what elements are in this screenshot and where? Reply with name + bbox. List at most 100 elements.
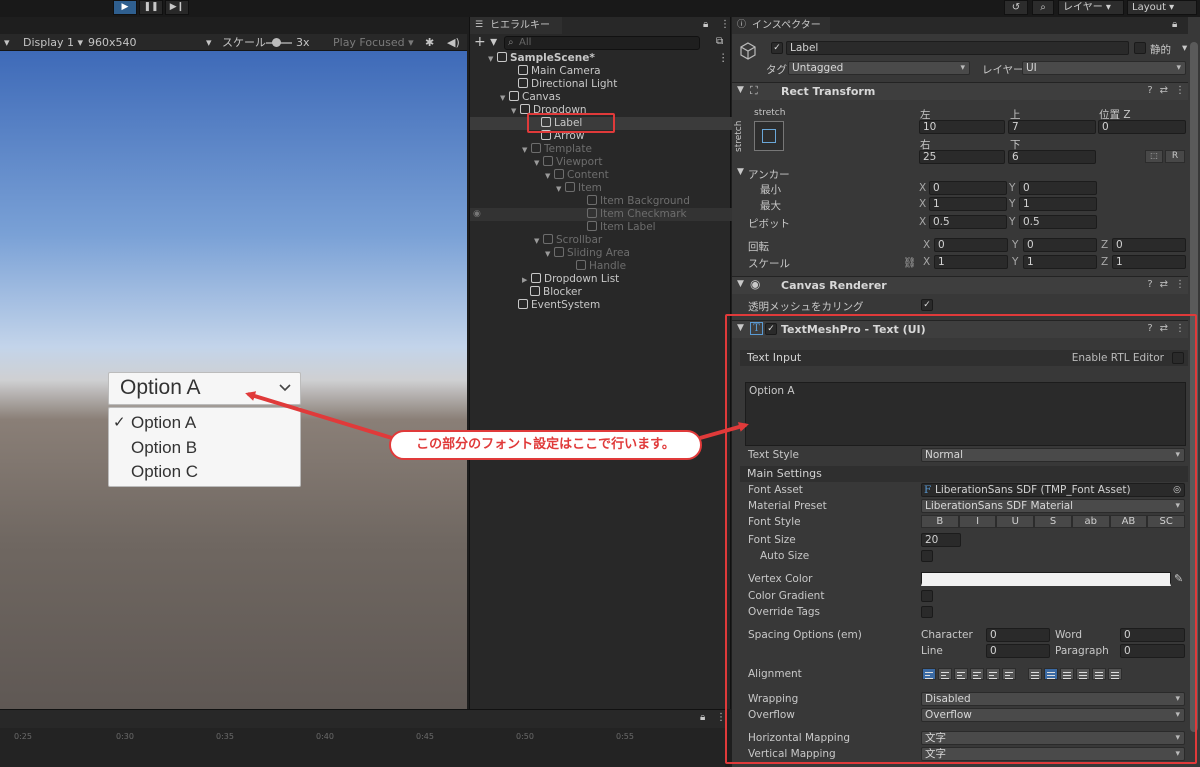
preview-option-c[interactable]: Option C xyxy=(131,462,198,482)
link-icon[interactable]: ⛓ xyxy=(903,256,916,269)
align-bottom-button[interactable] xyxy=(1060,668,1074,680)
auto-size-checkbox[interactable] xyxy=(921,550,933,562)
align-left-button[interactable] xyxy=(922,668,936,680)
layer-dropdown[interactable]: UI xyxy=(1022,61,1186,75)
align-midline-button[interactable] xyxy=(1092,668,1106,680)
font-size-field[interactable]: 20 xyxy=(921,533,961,547)
visibility-eye-icon[interactable]: ◉ xyxy=(473,208,481,221)
scene-visibility-icon[interactable]: ⧉ xyxy=(716,36,723,47)
resolution-arrow-icon[interactable]: ▾ xyxy=(206,34,212,51)
paragraph-spacing-field[interactable]: 0 xyxy=(1120,644,1185,658)
cull-transparent-checkbox[interactable]: ✓ xyxy=(921,299,933,311)
preview-option-a[interactable]: Option A xyxy=(131,413,196,433)
play-button[interactable]: ▶ xyxy=(113,0,137,15)
pivot-x-field[interactable]: 0.5 xyxy=(929,215,1007,229)
tmp-enabled-checkbox[interactable]: ✓ xyxy=(765,323,777,335)
scale-y-field[interactable]: 1 xyxy=(1023,255,1097,269)
component-menu-icons[interactable]: ?⇄⋮ xyxy=(1147,85,1192,96)
pause-button[interactable]: ❚❚ xyxy=(139,0,163,15)
align-baseline-button[interactable] xyxy=(1076,668,1090,680)
align-top-button[interactable] xyxy=(1028,668,1042,680)
foldout-arrow-icon[interactable]: ▼ xyxy=(737,323,744,333)
hierarchy-item[interactable]: Handle xyxy=(470,260,732,273)
scale-x-field[interactable]: 1 xyxy=(934,255,1008,269)
vertical-mapping-dropdown[interactable]: 文字 xyxy=(921,747,1185,761)
inspector-scroll-thumb[interactable] xyxy=(1190,42,1198,732)
hierarchy-item[interactable]: ▼ Dropdown xyxy=(470,104,732,117)
hierarchy-search-input[interactable]: ⌕ All xyxy=(504,36,700,50)
align-right-button[interactable] xyxy=(954,668,968,680)
scale-slider-knob[interactable] xyxy=(272,38,281,47)
more-menu-icon[interactable]: ⋮ xyxy=(718,52,729,65)
search-button[interactable]: ⌕ xyxy=(1032,0,1054,15)
preview-dropdown[interactable]: Option A xyxy=(108,372,301,405)
preview-option-b[interactable]: Option B xyxy=(131,438,197,458)
hierarchy-item[interactable]: Label xyxy=(470,117,732,130)
active-checkbox[interactable]: ✓ xyxy=(771,42,783,54)
material-preset-dropdown[interactable]: LiberationSans SDF Material xyxy=(921,499,1185,513)
anchor-min-y-field[interactable]: 0 xyxy=(1019,181,1097,195)
scale-z-field[interactable]: 1 xyxy=(1112,255,1186,269)
hierarchy-item[interactable]: ▼ Content xyxy=(470,169,732,182)
object-picker-icon[interactable]: ◎ xyxy=(1173,484,1181,496)
align-middle-button[interactable] xyxy=(1044,668,1058,680)
hierarchy-item[interactable]: Blocker xyxy=(470,286,732,299)
display-dropdown[interactable]: Display 1 ▾ xyxy=(23,34,83,51)
vertex-color-swatch[interactable] xyxy=(921,572,1171,586)
resolution-dropdown[interactable]: 960x540 xyxy=(88,34,137,51)
tag-dropdown[interactable]: Untagged xyxy=(788,61,970,75)
hierarchy-item[interactable]: ▼ Viewport xyxy=(470,156,732,169)
more-menu-icon[interactable]: ⋮ xyxy=(720,19,730,30)
lock-icon[interactable]: 🔒︎ xyxy=(700,712,705,723)
more-menu-icon[interactable]: ⋮ xyxy=(716,712,726,723)
foldout-arrow-icon[interactable]: ▼ xyxy=(737,279,744,289)
posz-field[interactable]: 0 xyxy=(1098,120,1186,134)
rotation-z-field[interactable]: 0 xyxy=(1112,238,1186,252)
rect-transform-header[interactable]: ▼ ⛶ Rect Transform ?⇄⋮ xyxy=(732,82,1200,100)
hierarchy-item[interactable]: ▼ Canvas xyxy=(470,91,732,104)
hierarchy-item[interactable]: Arrow xyxy=(470,130,732,143)
font-style-lowercase-button[interactable]: ab xyxy=(1071,515,1110,528)
hierarchy-item[interactable]: ▼ Item xyxy=(470,182,732,195)
component-menu-icons[interactable]: ?⇄⋮ xyxy=(1147,279,1192,290)
bottom-field[interactable]: 6 xyxy=(1008,150,1096,164)
lock-icon[interactable]: 🔒︎ xyxy=(703,19,708,30)
text-input-area[interactable]: Option A xyxy=(745,382,1186,446)
wrapping-dropdown[interactable]: Disabled xyxy=(921,692,1185,706)
align-center-button[interactable] xyxy=(938,668,952,680)
align-justified-button[interactable] xyxy=(970,668,984,680)
hierarchy-item[interactable]: Main Camera xyxy=(470,65,732,78)
audio-icon[interactable]: ◀) xyxy=(447,34,460,51)
play-focused-dropdown[interactable]: Play Focused ▾ xyxy=(333,34,414,51)
word-spacing-field[interactable]: 0 xyxy=(1120,628,1185,642)
lock-icon[interactable]: 🔒︎ xyxy=(1172,19,1177,30)
anchor-min-x-field[interactable]: 0 xyxy=(929,181,1007,195)
component-menu-icons[interactable]: ?⇄⋮ xyxy=(1147,323,1192,334)
rotation-x-field[interactable]: 0 xyxy=(934,238,1008,252)
static-dropdown-icon[interactable]: ▾ xyxy=(1182,42,1187,54)
left-field[interactable]: 10 xyxy=(919,120,1005,134)
timeline-ruler[interactable]: 0:25 0:30 0:35 0:40 0:45 0:50 0:55 xyxy=(0,730,725,750)
font-style-strikethrough-button[interactable]: S xyxy=(1034,515,1072,528)
text-style-dropdown[interactable]: Normal xyxy=(921,448,1185,462)
hierarchy-item[interactable]: Directional Light xyxy=(470,78,732,91)
font-style-italic-button[interactable]: I xyxy=(958,515,997,528)
raw-edit-button[interactable]: R xyxy=(1165,150,1185,163)
hierarchy-item[interactable]: ▶ Dropdown List xyxy=(470,273,732,286)
hierarchy-item[interactable]: Item Label xyxy=(470,221,732,234)
line-spacing-field[interactable]: 0 xyxy=(986,644,1050,658)
font-style-bold-button[interactable]: B xyxy=(921,515,959,528)
pivot-y-field[interactable]: 0.5 xyxy=(1019,215,1097,229)
right-field[interactable]: 25 xyxy=(919,150,1005,164)
rtl-checkbox[interactable] xyxy=(1172,352,1184,364)
menu-icon[interactable]: ▾ xyxy=(4,34,10,51)
step-button[interactable]: ▶❙ xyxy=(165,0,189,15)
static-checkbox[interactable] xyxy=(1134,42,1146,54)
font-style-uppercase-button[interactable]: AB xyxy=(1109,515,1148,528)
align-flush-button[interactable] xyxy=(986,668,1000,680)
hierarchy-item[interactable]: ▼ SampleScene* ⋮ xyxy=(470,52,732,65)
hierarchy-item[interactable]: ▼ Sliding Area xyxy=(470,247,732,260)
anchor-max-x-field[interactable]: 1 xyxy=(929,197,1007,211)
layers-dropdown[interactable]: レイヤー ▾ xyxy=(1058,0,1124,15)
align-capline-button[interactable] xyxy=(1108,668,1122,680)
